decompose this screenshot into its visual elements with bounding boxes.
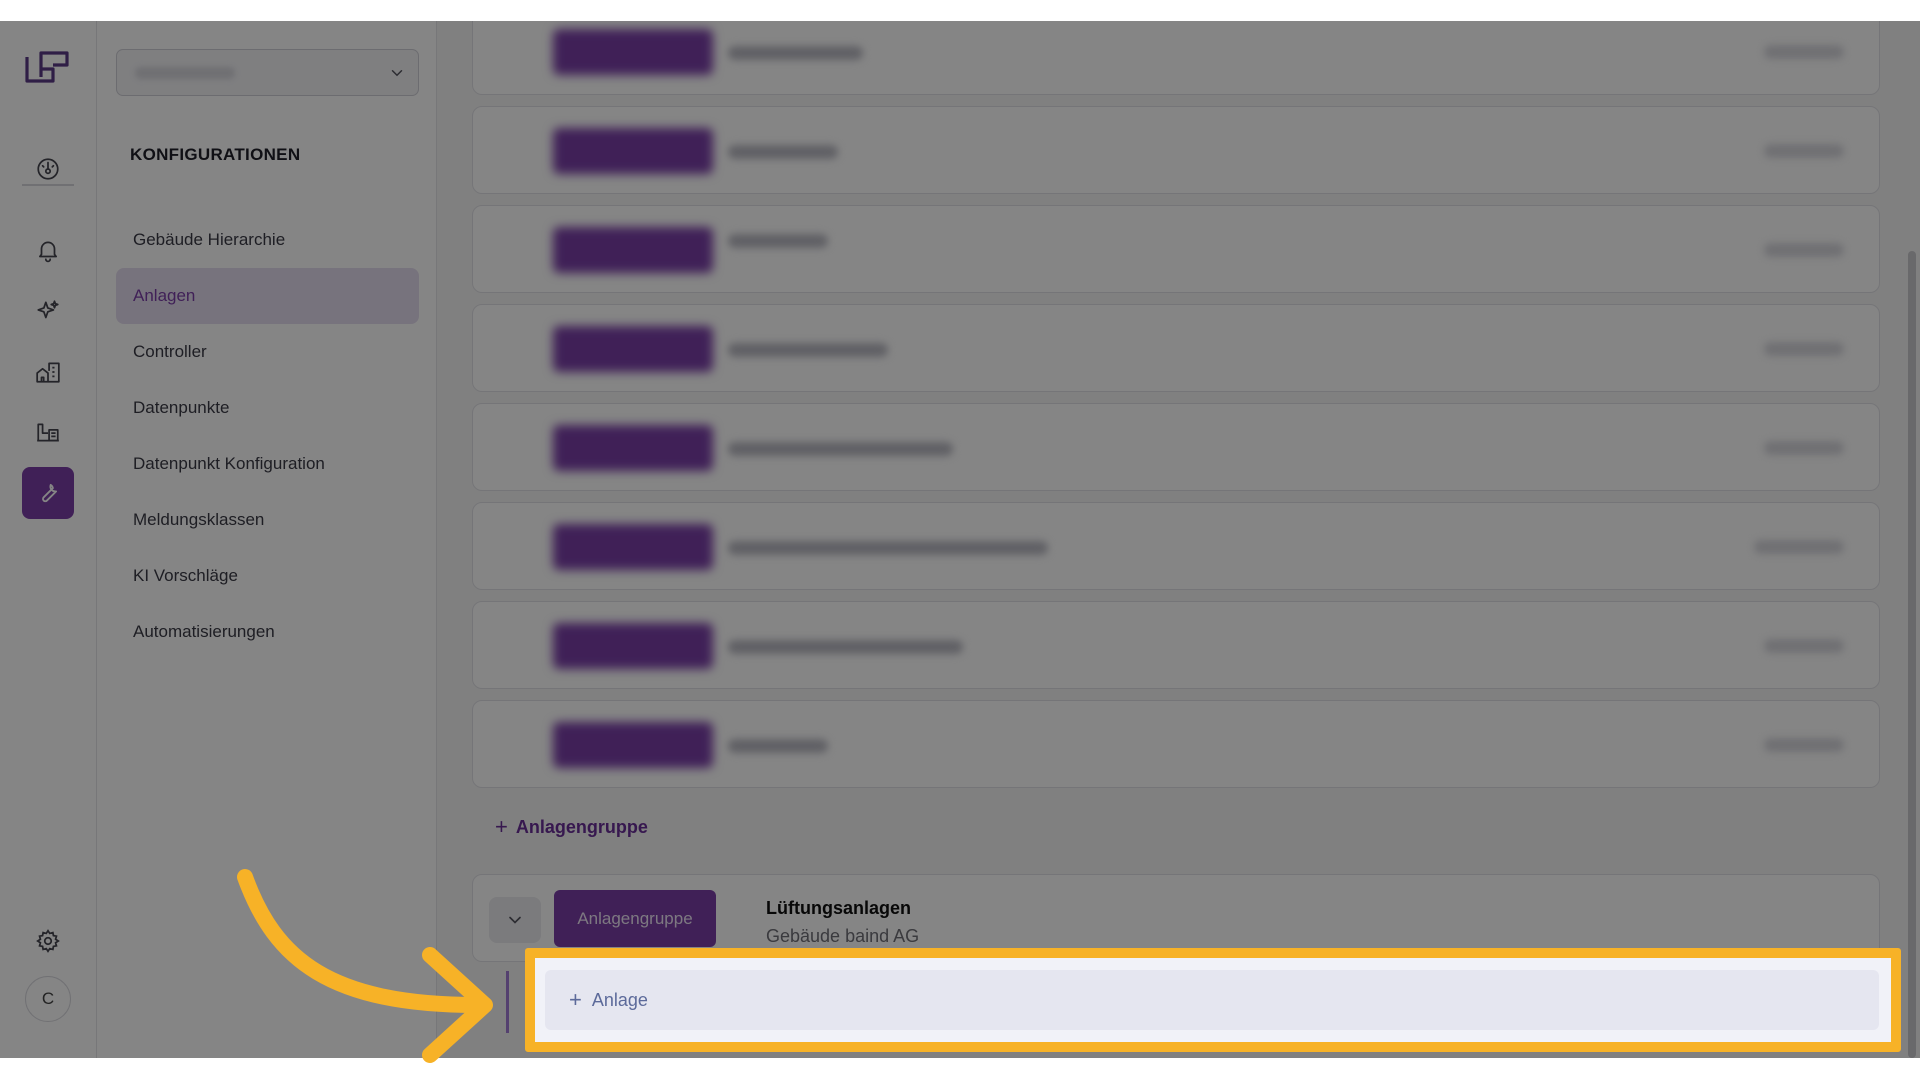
group-title-blurred (728, 343, 888, 357)
group-action-blurred (1764, 243, 1844, 257)
sidebar-item-ki-vorschlaege[interactable]: KI Vorschläge (116, 548, 419, 604)
config-nav: Gebäude Hierarchie Anlagen Controller Da… (116, 212, 419, 660)
group-title: Lüftungsanlagen (766, 898, 911, 918)
main-content: + Anlagengruppe Anlagengruppe Lüftungsan… (437, 21, 1920, 1058)
plus-icon: + (569, 987, 582, 1012)
add-anlage-button[interactable]: + Anlage (545, 970, 1879, 1030)
group-subtitle: Gebäude baind AG (766, 926, 920, 946)
sidebar-item-gebaeude-hierarchie[interactable]: Gebäude Hierarchie (116, 212, 419, 268)
factory-icon[interactable] (22, 406, 74, 458)
group-title-blurred (728, 442, 953, 456)
bell-icon[interactable] (22, 224, 74, 276)
icon-rail: C (0, 21, 97, 1058)
group-title-blurred (728, 739, 828, 753)
group-action-blurred (1764, 738, 1844, 752)
group-title-blurred (728, 46, 863, 60)
gear-icon[interactable] (22, 915, 74, 967)
group-badge-blurred (553, 524, 713, 570)
anlagengruppe-card[interactable] (472, 502, 1880, 590)
group-badge-blurred (553, 623, 713, 669)
anlagengruppe-card[interactable] (472, 106, 1880, 194)
group-action-blurred (1764, 45, 1844, 59)
anlagengruppe-card[interactable] (472, 601, 1880, 689)
group-action-blurred (1764, 144, 1844, 158)
scrollbar[interactable] (1908, 251, 1916, 1058)
anlagengruppe-card[interactable] (472, 21, 1880, 95)
sidebar-item-automatisierungen[interactable]: Automatisierungen (116, 604, 419, 660)
chevron-down-icon (391, 70, 403, 77)
group-badge-blurred (553, 128, 713, 174)
sidebar-item-datenpunkte[interactable]: Datenpunkte (116, 380, 419, 436)
tutorial-arrow-icon (237, 869, 493, 1063)
group-action-blurred (1764, 441, 1844, 455)
group-action-blurred (1754, 540, 1844, 554)
select-value-blurred (135, 67, 235, 79)
dashboard-gauge-icon[interactable] (22, 143, 74, 195)
group-badge-blurred (553, 227, 713, 273)
sidebar-item-datenpunkt-konfiguration[interactable]: Datenpunkt Konfiguration (116, 436, 419, 492)
sparkles-icon[interactable] (22, 285, 74, 337)
anlagengruppe-card[interactable] (472, 700, 1880, 788)
sidebar-item-anlagen[interactable]: Anlagen (116, 268, 419, 324)
anlagengruppe-card[interactable] (472, 304, 1880, 392)
add-anlage-label: Anlage (591, 989, 648, 1010)
group-title-blurred (728, 541, 1048, 555)
building-select[interactable] (116, 49, 419, 96)
wrench-icon[interactable] (22, 467, 74, 519)
group-badge-blurred (553, 722, 713, 768)
group-badge-blurred (553, 326, 713, 372)
group-badge-blurred (553, 425, 713, 471)
buildings-icon[interactable] (22, 346, 74, 398)
sidebar-item-controller[interactable]: Controller (116, 324, 419, 380)
avatar[interactable]: C (25, 976, 71, 1022)
group-title-blurred (728, 145, 838, 159)
anlagengruppe-card[interactable] (472, 403, 1880, 491)
group-badge-blurred (553, 29, 713, 75)
group-title-blurred (728, 234, 828, 248)
group-action-blurred (1764, 639, 1844, 653)
logo-icon[interactable] (23, 47, 71, 87)
anlagengruppe-card[interactable] (472, 205, 1880, 293)
group-title-blurred (728, 640, 963, 654)
add-anlagengruppe-button[interactable]: + Anlagengruppe (495, 814, 648, 840)
tutorial-highlight-frame: + Anlage (525, 948, 1901, 1052)
add-anlagengruppe-label: Anlagengruppe (515, 816, 648, 837)
group-type-badge: Anlagengruppe (554, 890, 716, 947)
sidebar-title: KONFIGURATIONEN (130, 145, 301, 164)
rail-divider (22, 184, 74, 186)
sidebar-item-meldungsklassen[interactable]: Meldungsklassen (116, 492, 419, 548)
plus-icon: + (495, 814, 508, 839)
group-action-blurred (1764, 342, 1844, 356)
